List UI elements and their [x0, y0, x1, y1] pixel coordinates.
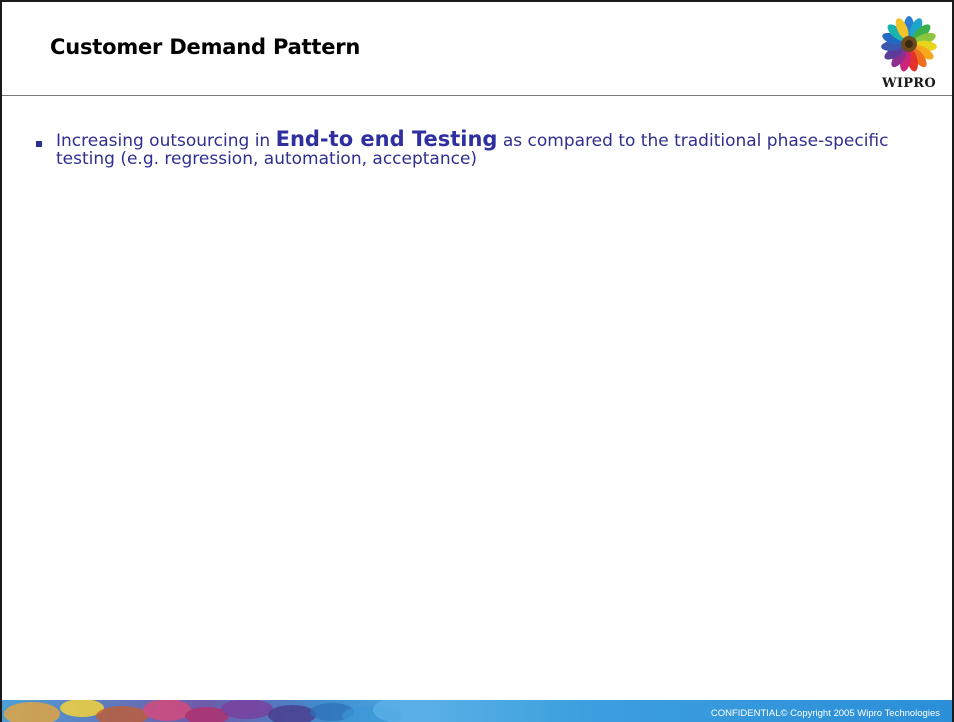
header-divider: [2, 95, 952, 96]
logo-wordmark: WIPRO: [881, 76, 937, 91]
slide: Customer Demand Pattern WIPRO Increasing…: [0, 0, 954, 722]
flower-banner-image: [2, 700, 442, 722]
bullet-emphasis: End-to end Testing: [275, 127, 498, 151]
slide-body: Increasing outsourcing in End-to end Tes…: [36, 127, 926, 168]
slide-title: Customer Demand Pattern: [50, 35, 361, 59]
slide-footer: CONFIDENTIAL© Copyright 2005 Wipro Techn…: [2, 700, 952, 722]
bullet-text-prefix: Increasing outsourcing in: [56, 131, 276, 151]
copyright-notice: CONFIDENTIAL© Copyright 2005 Wipro Techn…: [710, 708, 940, 719]
wipro-logo: WIPRO: [870, 14, 948, 92]
footer-bar: CONFIDENTIAL© Copyright 2005 Wipro Techn…: [424, 700, 952, 722]
slide-header: Customer Demand Pattern WIPRO: [2, 2, 952, 95]
sunflower-icon: [881, 16, 937, 72]
bullet-item: Increasing outsourcing in End-to end Tes…: [36, 127, 926, 168]
square-bullet-icon: [36, 141, 42, 147]
